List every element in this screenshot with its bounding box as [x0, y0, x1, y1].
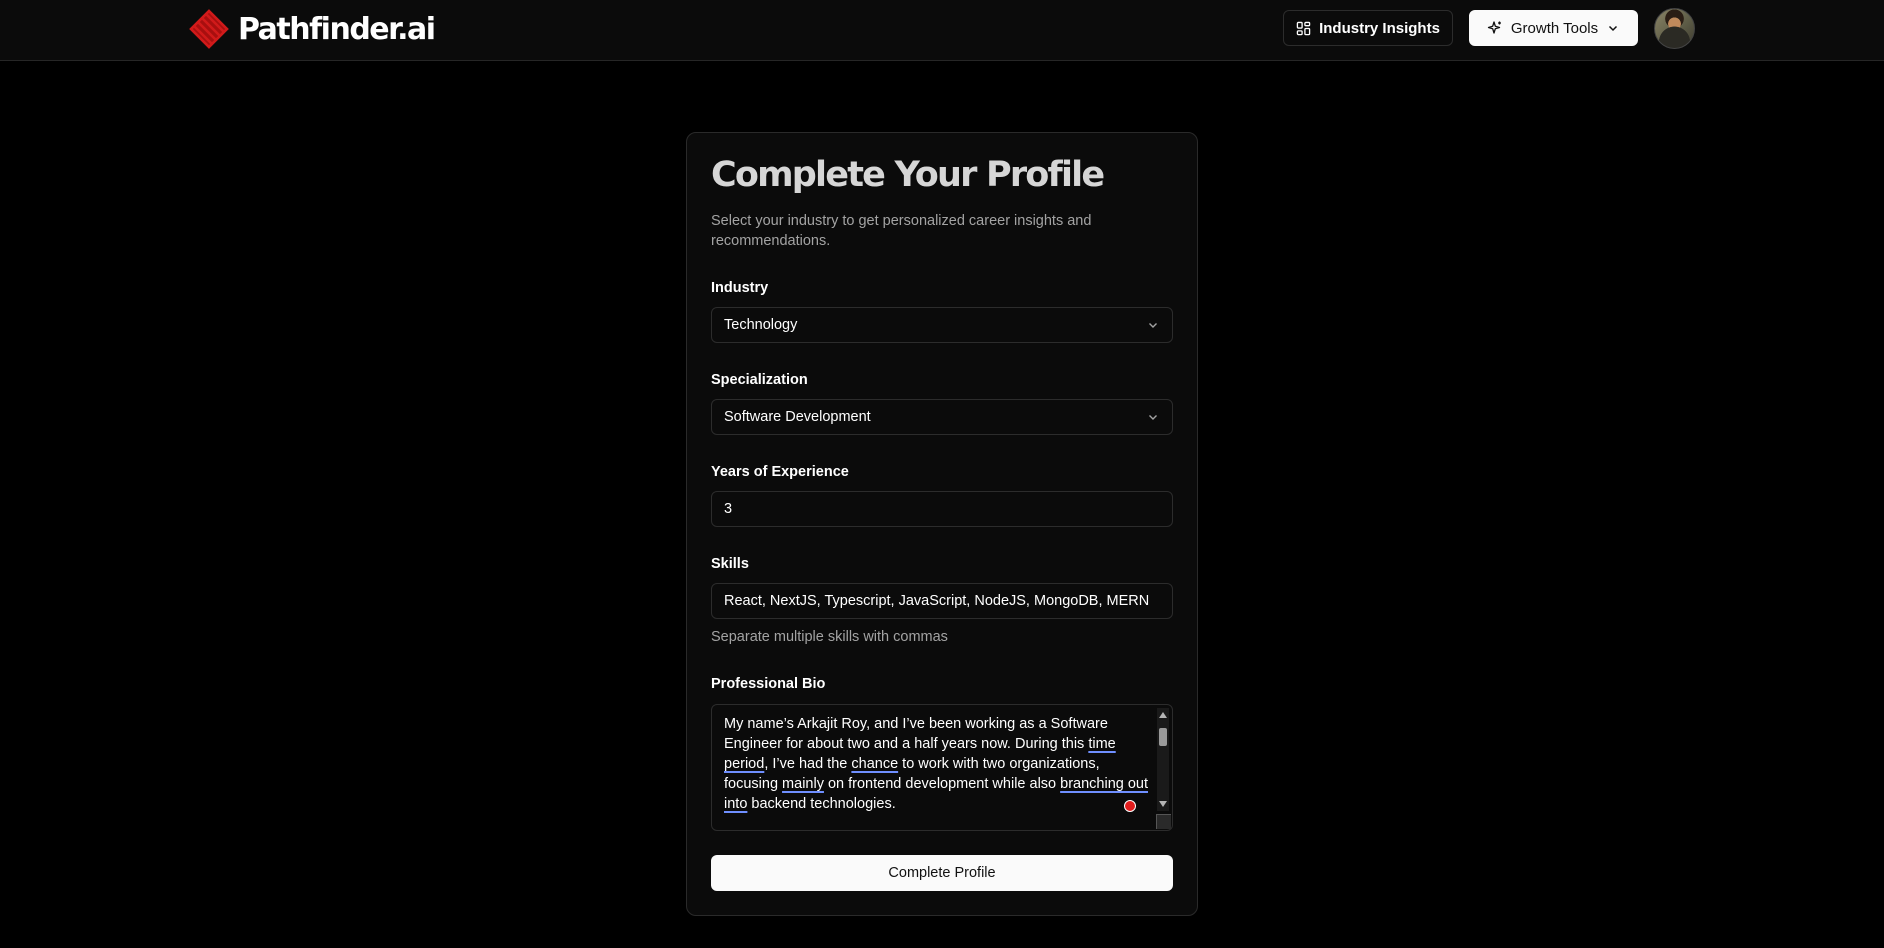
- growth-tools-label: Growth Tools: [1510, 19, 1599, 37]
- specialization-label: Specialization: [711, 372, 808, 388]
- skills-value: React, NextJS, Typescript, JavaScript, N…: [724, 593, 1150, 609]
- sparkles-icon: [1487, 21, 1501, 34]
- resize-handle-icon[interactable]: [1156, 814, 1171, 829]
- experience-value: 3: [724, 501, 733, 517]
- grammar-checker-icon[interactable]: [1124, 800, 1136, 812]
- bio-text-segment: My name’s Arkajit Roy, and I’ve been wor…: [724, 716, 1108, 752]
- bio-textarea[interactable]: My name’s Arkajit Roy, and I’ve been wor…: [711, 704, 1173, 831]
- page-subtitle: Select your industry to get personalized…: [711, 213, 1092, 249]
- skills-helper-text: Separate multiple skills with commas: [711, 629, 948, 645]
- scroll-down-arrow-icon[interactable]: [1159, 801, 1167, 807]
- skills-label: Skills: [711, 556, 749, 572]
- page-title: Complete Your Profile: [711, 155, 1105, 195]
- brand-logo[interactable]: Pathfinder.ai: [188, 8, 436, 50]
- bio-text-segment: on frontend development while also: [823, 776, 1061, 792]
- scroll-thumb[interactable]: [1159, 728, 1167, 746]
- specialization-value: Software Development: [724, 409, 871, 425]
- bio-scrollbar[interactable]: [1157, 708, 1169, 811]
- industry-insights-button[interactable]: Industry Insights: [1283, 10, 1453, 46]
- user-avatar[interactable]: [1654, 8, 1695, 49]
- industry-label: Industry: [711, 280, 769, 296]
- industry-value: Technology: [724, 317, 798, 333]
- bio-text-segment: , I’ve had the: [764, 756, 852, 772]
- top-navbar: Pathfinder.ai Industry Insights Growth T…: [0, 0, 1884, 61]
- layered-diamond-logo-icon: [189, 9, 229, 49]
- chevron-down-icon: [1149, 323, 1157, 328]
- specialization-select[interactable]: Software Development: [711, 399, 1173, 435]
- writing-suggestion[interactable]: mainly: [782, 776, 824, 792]
- experience-label: Years of Experience: [711, 464, 849, 480]
- scroll-up-arrow-icon[interactable]: [1159, 712, 1167, 718]
- experience-input[interactable]: 3: [711, 491, 1173, 527]
- bio-text: My name’s Arkajit Roy, and I’ve been wor…: [724, 714, 1154, 814]
- grid-dashboard-icon: [1296, 21, 1311, 35]
- brand-name: Pathfinder.ai: [238, 11, 436, 47]
- writing-suggestion[interactable]: chance: [851, 756, 898, 772]
- skills-input[interactable]: React, NextJS, Typescript, JavaScript, N…: [711, 583, 1173, 619]
- bio-text-segment: backend technologies.: [747, 796, 896, 812]
- industry-insights-label: Industry Insights: [1319, 19, 1440, 37]
- chevron-down-icon: [1149, 415, 1157, 420]
- profile-card: Complete Your Profile Select your indust…: [686, 132, 1198, 916]
- complete-profile-button[interactable]: Complete Profile: [711, 855, 1173, 891]
- bio-label: Professional Bio: [711, 676, 826, 692]
- industry-select[interactable]: Technology: [711, 307, 1173, 343]
- chevron-down-icon: [1609, 25, 1618, 32]
- growth-tools-button[interactable]: Growth Tools: [1469, 10, 1638, 46]
